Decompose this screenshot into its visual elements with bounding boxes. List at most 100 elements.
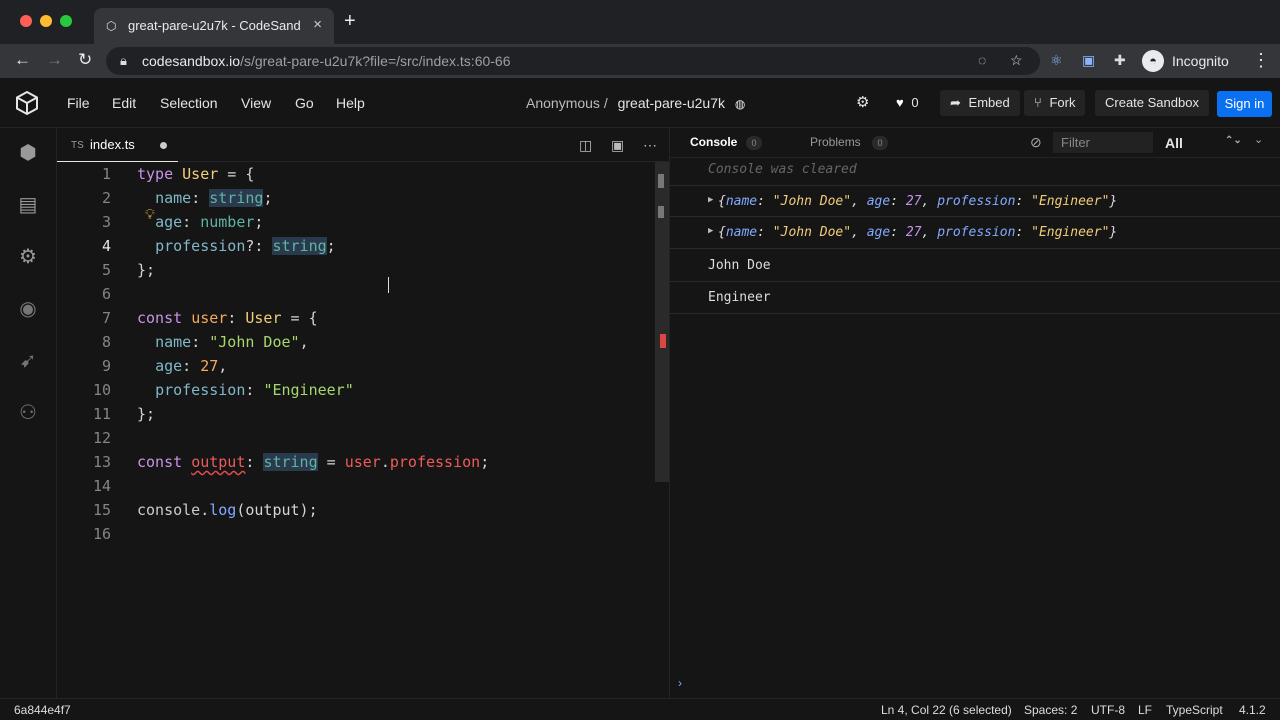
indentation[interactable]: Spaces: 2 [1024,703,1077,717]
menu-help[interactable]: Help [336,95,365,111]
line-number: 5 [101,261,111,279]
browser-tab[interactable]: ⬡ great-pare-u2u7k - CodeSandbox × [94,8,334,44]
github-icon[interactable]: ◉ [17,298,39,320]
console-cleared-message: Console was cleared [708,162,857,177]
line-number: 10 [92,381,111,399]
activity-bar: ⬢ ▤ ⚙ ◉ ➹ ⚇ [0,128,57,698]
tab-index-ts[interactable]: TS index.ts [57,128,178,162]
expand-arrow-icon[interactable]: ▶ [708,195,713,205]
new-tab-icon[interactable]: + [344,11,356,31]
fork-button[interactable]: ⑂ Fork [1024,90,1086,116]
codesandbox-logo-icon[interactable] [14,90,40,116]
like-button[interactable]: ♥ 0 [896,90,919,116]
lock-icon: 🔒︎ [120,53,127,68]
tab-console[interactable]: Console [690,135,737,149]
end-of-line[interactable]: LF [1138,703,1152,717]
tab-problems[interactable]: Problems [810,135,861,149]
puzzle-extensions-icon[interactable]: ✚ [1114,52,1126,69]
line-number: 6 [101,285,111,303]
cursor-position[interactable]: Ln 4, Col 22 (6 selected) [881,703,1012,717]
browser-toolbar: ← → ↻ 🔒︎ codesandbox.io/s/great-pare-u2u… [0,44,1280,78]
line-number: 9 [101,357,111,375]
owner-name[interactable]: Anonymous / [526,95,608,111]
menu-file[interactable]: File [67,95,90,111]
ts-version[interactable]: 4.1.2 [1239,703,1266,717]
create-sandbox-button[interactable]: Create Sandbox [1095,90,1209,116]
sandbox-info-icon[interactable]: ⬢ [17,142,39,164]
sign-in-button[interactable]: Sign in [1217,91,1272,117]
menu-edit[interactable]: Edit [112,95,136,111]
lightbulb-icon[interactable]: 💡︎ [145,207,155,223]
code-line: 15 console.log(output); [57,498,657,522]
code-lines[interactable]: 1 type User = { 2 name: string; 3 age: nu… [57,162,657,698]
code-line: 11}; [57,402,657,426]
settings-icon[interactable]: ⚙ [17,246,39,268]
status-bar: 6a844e4f7 Ln 4, Col 22 (6 selected) Spac… [0,698,1280,720]
explorer-file-icon[interactable]: ▤ [17,194,39,216]
address-bar[interactable]: 🔒︎ codesandbox.io/s/great-pare-u2u7k?fil… [106,47,1040,75]
clear-console-icon[interactable]: ⊘ [1030,134,1042,151]
menu-go[interactable]: Go [295,95,314,111]
encoding[interactable]: UTF-8 [1091,703,1125,717]
fork-icon: ⑂ [1034,95,1042,110]
console-log-entry[interactable]: ▶ {name: "John Doe", age: 27, profession… [670,217,1280,249]
scroll-marker [658,206,664,218]
console-log-entry[interactable]: Engineer [670,282,1280,314]
console-log-entry[interactable]: ▶ {name: "John Doe", age: 27, profession… [670,185,1280,217]
line-number: 7 [101,309,111,327]
select-chevron-icon: ⌃⌄ [1225,135,1242,146]
sandbox-name[interactable]: great-pare-u2u7k [618,95,725,111]
code-line: 14 [57,474,657,498]
reload-icon[interactable]: ↻ [78,50,92,70]
minimize-window-button[interactable] [40,15,52,27]
preview-icon[interactable]: ▣ [611,137,624,154]
browser-titlebar: ⬡ great-pare-u2u7k - CodeSandbox × + [0,0,1280,44]
code-editor: TS index.ts ◫ ▣ ⋯ 1 type User = { 2 name:… [57,128,669,698]
line-number: 1 [101,165,111,183]
line-number: 4 [101,237,111,255]
filter-input[interactable] [1053,132,1153,153]
collapse-panel-icon[interactable]: ⌄ [1254,133,1263,146]
log-level-select[interactable]: All ⌃⌄ [1165,135,1242,151]
incognito-profile[interactable]: ◓ Incognito [1142,50,1232,72]
split-editor-icon[interactable]: ◫ [579,137,592,154]
line-number: 12 [92,429,111,447]
scroll-marker [658,174,664,188]
settings-gear-icon[interactable]: ⚙ [856,90,869,116]
tab-filename: index.ts [90,137,135,152]
react-devtools-icon[interactable]: ⚛ [1050,52,1063,69]
share-arrow-icon: ➦ [950,95,961,110]
close-window-button[interactable] [20,15,32,27]
menu-view[interactable]: View [241,95,271,111]
console-count-badge: 0 [746,136,762,150]
browser-menu-icon[interactable]: ⋮ [1252,50,1270,71]
code-line: 9 age: 27, [57,354,657,378]
expand-arrow-icon[interactable]: ▶ [708,226,713,236]
console-input-chevron-icon[interactable]: › [678,676,682,690]
more-actions-icon[interactable]: ⋯ [643,137,657,154]
typescript-file-icon: TS [71,140,84,151]
console-log-entry[interactable]: John Doe [670,250,1280,282]
menu-selection[interactable]: Selection [160,95,218,111]
deploy-rocket-icon[interactable]: ➹ [17,350,39,372]
live-users-icon[interactable]: ⚇ [17,402,39,424]
code-line: 4 profession?: string; [57,234,657,258]
eye-slash-icon[interactable]: ◌ [978,52,986,68]
unsaved-dot-icon[interactable] [160,142,167,149]
log-object: {name: "John Doe", age: 27, profession: … [718,194,1118,209]
forward-icon[interactable]: → [46,50,63,70]
code-line: 16 [57,522,657,546]
extension-fi-icon[interactable]: ▣ [1082,52,1095,69]
editor-scrollbar[interactable] [655,162,669,482]
line-number: 2 [101,189,111,207]
heart-icon: ♥ [896,95,904,110]
back-icon[interactable]: ← [14,50,31,70]
language-mode[interactable]: TypeScript [1166,703,1223,717]
commit-hash: 6a844e4f7 [14,703,71,717]
embed-button[interactable]: ➦ Embed [940,90,1020,116]
close-tab-icon[interactable]: × [313,16,322,33]
log-level-value: All [1165,135,1183,151]
star-icon[interactable]: ☆ [1010,52,1023,69]
maximize-window-button[interactable] [60,15,72,27]
text-cursor [388,277,395,293]
